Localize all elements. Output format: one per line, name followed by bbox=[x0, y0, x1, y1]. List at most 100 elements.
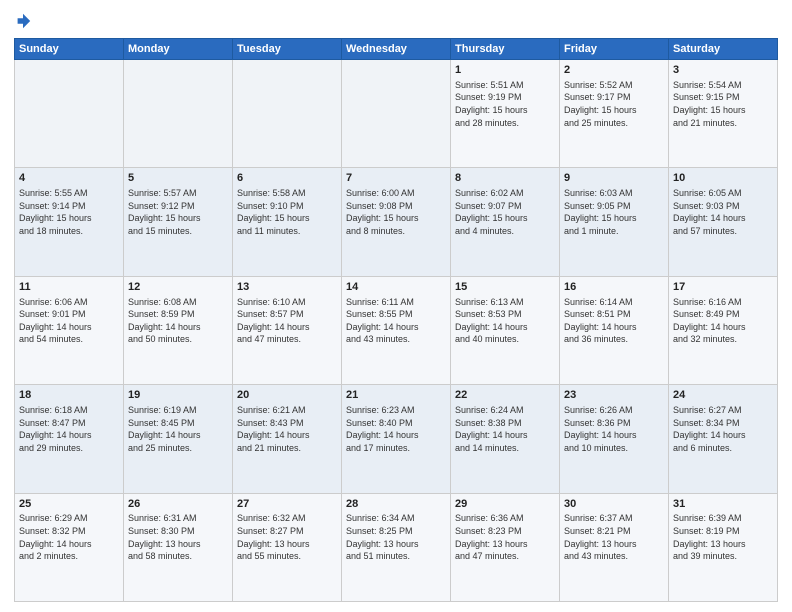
day-number: 1 bbox=[455, 63, 555, 78]
day-number: 29 bbox=[455, 497, 555, 512]
day-number: 28 bbox=[346, 497, 446, 512]
calendar-day-cell: 28Sunrise: 6:34 AM Sunset: 8:25 PM Dayli… bbox=[342, 493, 451, 601]
calendar-day-cell: 15Sunrise: 6:13 AM Sunset: 8:53 PM Dayli… bbox=[451, 276, 560, 384]
calendar-day-header: Friday bbox=[560, 39, 669, 60]
day-info: Sunrise: 6:11 AM Sunset: 8:55 PM Dayligh… bbox=[346, 296, 446, 346]
calendar-day-cell: 6Sunrise: 5:58 AM Sunset: 9:10 PM Daylig… bbox=[233, 168, 342, 276]
calendar-day-header: Wednesday bbox=[342, 39, 451, 60]
day-info: Sunrise: 6:13 AM Sunset: 8:53 PM Dayligh… bbox=[455, 296, 555, 346]
day-info: Sunrise: 6:03 AM Sunset: 9:05 PM Dayligh… bbox=[564, 187, 664, 237]
day-number: 22 bbox=[455, 388, 555, 403]
calendar-day-cell: 16Sunrise: 6:14 AM Sunset: 8:51 PM Dayli… bbox=[560, 276, 669, 384]
logo bbox=[14, 12, 36, 30]
calendar-day-cell: 7Sunrise: 6:00 AM Sunset: 9:08 PM Daylig… bbox=[342, 168, 451, 276]
day-info: Sunrise: 6:00 AM Sunset: 9:08 PM Dayligh… bbox=[346, 187, 446, 237]
calendar-day-cell: 30Sunrise: 6:37 AM Sunset: 8:21 PM Dayli… bbox=[560, 493, 669, 601]
day-info: Sunrise: 5:51 AM Sunset: 9:19 PM Dayligh… bbox=[455, 79, 555, 129]
day-number: 19 bbox=[128, 388, 228, 403]
day-info: Sunrise: 5:57 AM Sunset: 9:12 PM Dayligh… bbox=[128, 187, 228, 237]
day-number: 5 bbox=[128, 171, 228, 186]
calendar-week-row: 25Sunrise: 6:29 AM Sunset: 8:32 PM Dayli… bbox=[15, 493, 778, 601]
day-number: 25 bbox=[19, 497, 119, 512]
day-info: Sunrise: 6:32 AM Sunset: 8:27 PM Dayligh… bbox=[237, 512, 337, 562]
calendar-day-cell bbox=[15, 60, 124, 168]
day-info: Sunrise: 5:55 AM Sunset: 9:14 PM Dayligh… bbox=[19, 187, 119, 237]
page-header bbox=[14, 12, 778, 30]
calendar-day-cell bbox=[233, 60, 342, 168]
day-info: Sunrise: 6:14 AM Sunset: 8:51 PM Dayligh… bbox=[564, 296, 664, 346]
day-number: 8 bbox=[455, 171, 555, 186]
calendar-day-cell bbox=[342, 60, 451, 168]
calendar-day-cell: 29Sunrise: 6:36 AM Sunset: 8:23 PM Dayli… bbox=[451, 493, 560, 601]
day-info: Sunrise: 6:02 AM Sunset: 9:07 PM Dayligh… bbox=[455, 187, 555, 237]
calendar-day-header: Sunday bbox=[15, 39, 124, 60]
day-number: 17 bbox=[673, 280, 773, 295]
day-number: 31 bbox=[673, 497, 773, 512]
calendar-day-cell: 13Sunrise: 6:10 AM Sunset: 8:57 PM Dayli… bbox=[233, 276, 342, 384]
calendar-day-cell: 22Sunrise: 6:24 AM Sunset: 8:38 PM Dayli… bbox=[451, 385, 560, 493]
calendar-day-cell: 11Sunrise: 6:06 AM Sunset: 9:01 PM Dayli… bbox=[15, 276, 124, 384]
day-info: Sunrise: 6:27 AM Sunset: 8:34 PM Dayligh… bbox=[673, 404, 773, 454]
calendar-day-cell: 24Sunrise: 6:27 AM Sunset: 8:34 PM Dayli… bbox=[669, 385, 778, 493]
calendar-day-cell: 10Sunrise: 6:05 AM Sunset: 9:03 PM Dayli… bbox=[669, 168, 778, 276]
calendar-day-cell: 5Sunrise: 5:57 AM Sunset: 9:12 PM Daylig… bbox=[124, 168, 233, 276]
day-info: Sunrise: 6:29 AM Sunset: 8:32 PM Dayligh… bbox=[19, 512, 119, 562]
day-number: 30 bbox=[564, 497, 664, 512]
day-info: Sunrise: 5:58 AM Sunset: 9:10 PM Dayligh… bbox=[237, 187, 337, 237]
day-number: 16 bbox=[564, 280, 664, 295]
day-number: 26 bbox=[128, 497, 228, 512]
calendar-week-row: 18Sunrise: 6:18 AM Sunset: 8:47 PM Dayli… bbox=[15, 385, 778, 493]
calendar-week-row: 1Sunrise: 5:51 AM Sunset: 9:19 PM Daylig… bbox=[15, 60, 778, 168]
calendar-day-cell: 8Sunrise: 6:02 AM Sunset: 9:07 PM Daylig… bbox=[451, 168, 560, 276]
day-number: 15 bbox=[455, 280, 555, 295]
calendar-week-row: 4Sunrise: 5:55 AM Sunset: 9:14 PM Daylig… bbox=[15, 168, 778, 276]
day-info: Sunrise: 6:19 AM Sunset: 8:45 PM Dayligh… bbox=[128, 404, 228, 454]
day-number: 6 bbox=[237, 171, 337, 186]
day-number: 21 bbox=[346, 388, 446, 403]
day-number: 7 bbox=[346, 171, 446, 186]
day-info: Sunrise: 5:52 AM Sunset: 9:17 PM Dayligh… bbox=[564, 79, 664, 129]
day-info: Sunrise: 5:54 AM Sunset: 9:15 PM Dayligh… bbox=[673, 79, 773, 129]
day-number: 9 bbox=[564, 171, 664, 186]
calendar-day-cell: 9Sunrise: 6:03 AM Sunset: 9:05 PM Daylig… bbox=[560, 168, 669, 276]
day-number: 24 bbox=[673, 388, 773, 403]
calendar-day-cell: 20Sunrise: 6:21 AM Sunset: 8:43 PM Dayli… bbox=[233, 385, 342, 493]
calendar-day-cell: 23Sunrise: 6:26 AM Sunset: 8:36 PM Dayli… bbox=[560, 385, 669, 493]
calendar-header-row: SundayMondayTuesdayWednesdayThursdayFrid… bbox=[15, 39, 778, 60]
day-number: 27 bbox=[237, 497, 337, 512]
logo-icon bbox=[14, 12, 32, 30]
day-number: 14 bbox=[346, 280, 446, 295]
calendar-day-header: Saturday bbox=[669, 39, 778, 60]
day-info: Sunrise: 6:06 AM Sunset: 9:01 PM Dayligh… bbox=[19, 296, 119, 346]
day-info: Sunrise: 6:37 AM Sunset: 8:21 PM Dayligh… bbox=[564, 512, 664, 562]
day-number: 12 bbox=[128, 280, 228, 295]
calendar-day-cell: 1Sunrise: 5:51 AM Sunset: 9:19 PM Daylig… bbox=[451, 60, 560, 168]
calendar-day-cell: 19Sunrise: 6:19 AM Sunset: 8:45 PM Dayli… bbox=[124, 385, 233, 493]
day-info: Sunrise: 6:08 AM Sunset: 8:59 PM Dayligh… bbox=[128, 296, 228, 346]
day-info: Sunrise: 6:34 AM Sunset: 8:25 PM Dayligh… bbox=[346, 512, 446, 562]
day-info: Sunrise: 6:16 AM Sunset: 8:49 PM Dayligh… bbox=[673, 296, 773, 346]
calendar-day-cell: 27Sunrise: 6:32 AM Sunset: 8:27 PM Dayli… bbox=[233, 493, 342, 601]
calendar-day-cell: 25Sunrise: 6:29 AM Sunset: 8:32 PM Dayli… bbox=[15, 493, 124, 601]
calendar-day-header: Tuesday bbox=[233, 39, 342, 60]
day-info: Sunrise: 6:31 AM Sunset: 8:30 PM Dayligh… bbox=[128, 512, 228, 562]
day-info: Sunrise: 6:26 AM Sunset: 8:36 PM Dayligh… bbox=[564, 404, 664, 454]
calendar-day-cell: 2Sunrise: 5:52 AM Sunset: 9:17 PM Daylig… bbox=[560, 60, 669, 168]
calendar-day-header: Thursday bbox=[451, 39, 560, 60]
day-number: 2 bbox=[564, 63, 664, 78]
day-number: 10 bbox=[673, 171, 773, 186]
calendar-day-cell: 14Sunrise: 6:11 AM Sunset: 8:55 PM Dayli… bbox=[342, 276, 451, 384]
day-number: 13 bbox=[237, 280, 337, 295]
calendar-week-row: 11Sunrise: 6:06 AM Sunset: 9:01 PM Dayli… bbox=[15, 276, 778, 384]
page-container: SundayMondayTuesdayWednesdayThursdayFrid… bbox=[0, 0, 792, 612]
calendar-day-cell: 3Sunrise: 5:54 AM Sunset: 9:15 PM Daylig… bbox=[669, 60, 778, 168]
calendar-day-cell: 26Sunrise: 6:31 AM Sunset: 8:30 PM Dayli… bbox=[124, 493, 233, 601]
calendar-day-cell bbox=[124, 60, 233, 168]
day-info: Sunrise: 6:39 AM Sunset: 8:19 PM Dayligh… bbox=[673, 512, 773, 562]
day-info: Sunrise: 6:24 AM Sunset: 8:38 PM Dayligh… bbox=[455, 404, 555, 454]
calendar-day-header: Monday bbox=[124, 39, 233, 60]
calendar-day-cell: 17Sunrise: 6:16 AM Sunset: 8:49 PM Dayli… bbox=[669, 276, 778, 384]
day-info: Sunrise: 6:23 AM Sunset: 8:40 PM Dayligh… bbox=[346, 404, 446, 454]
day-info: Sunrise: 6:05 AM Sunset: 9:03 PM Dayligh… bbox=[673, 187, 773, 237]
calendar-day-cell: 31Sunrise: 6:39 AM Sunset: 8:19 PM Dayli… bbox=[669, 493, 778, 601]
